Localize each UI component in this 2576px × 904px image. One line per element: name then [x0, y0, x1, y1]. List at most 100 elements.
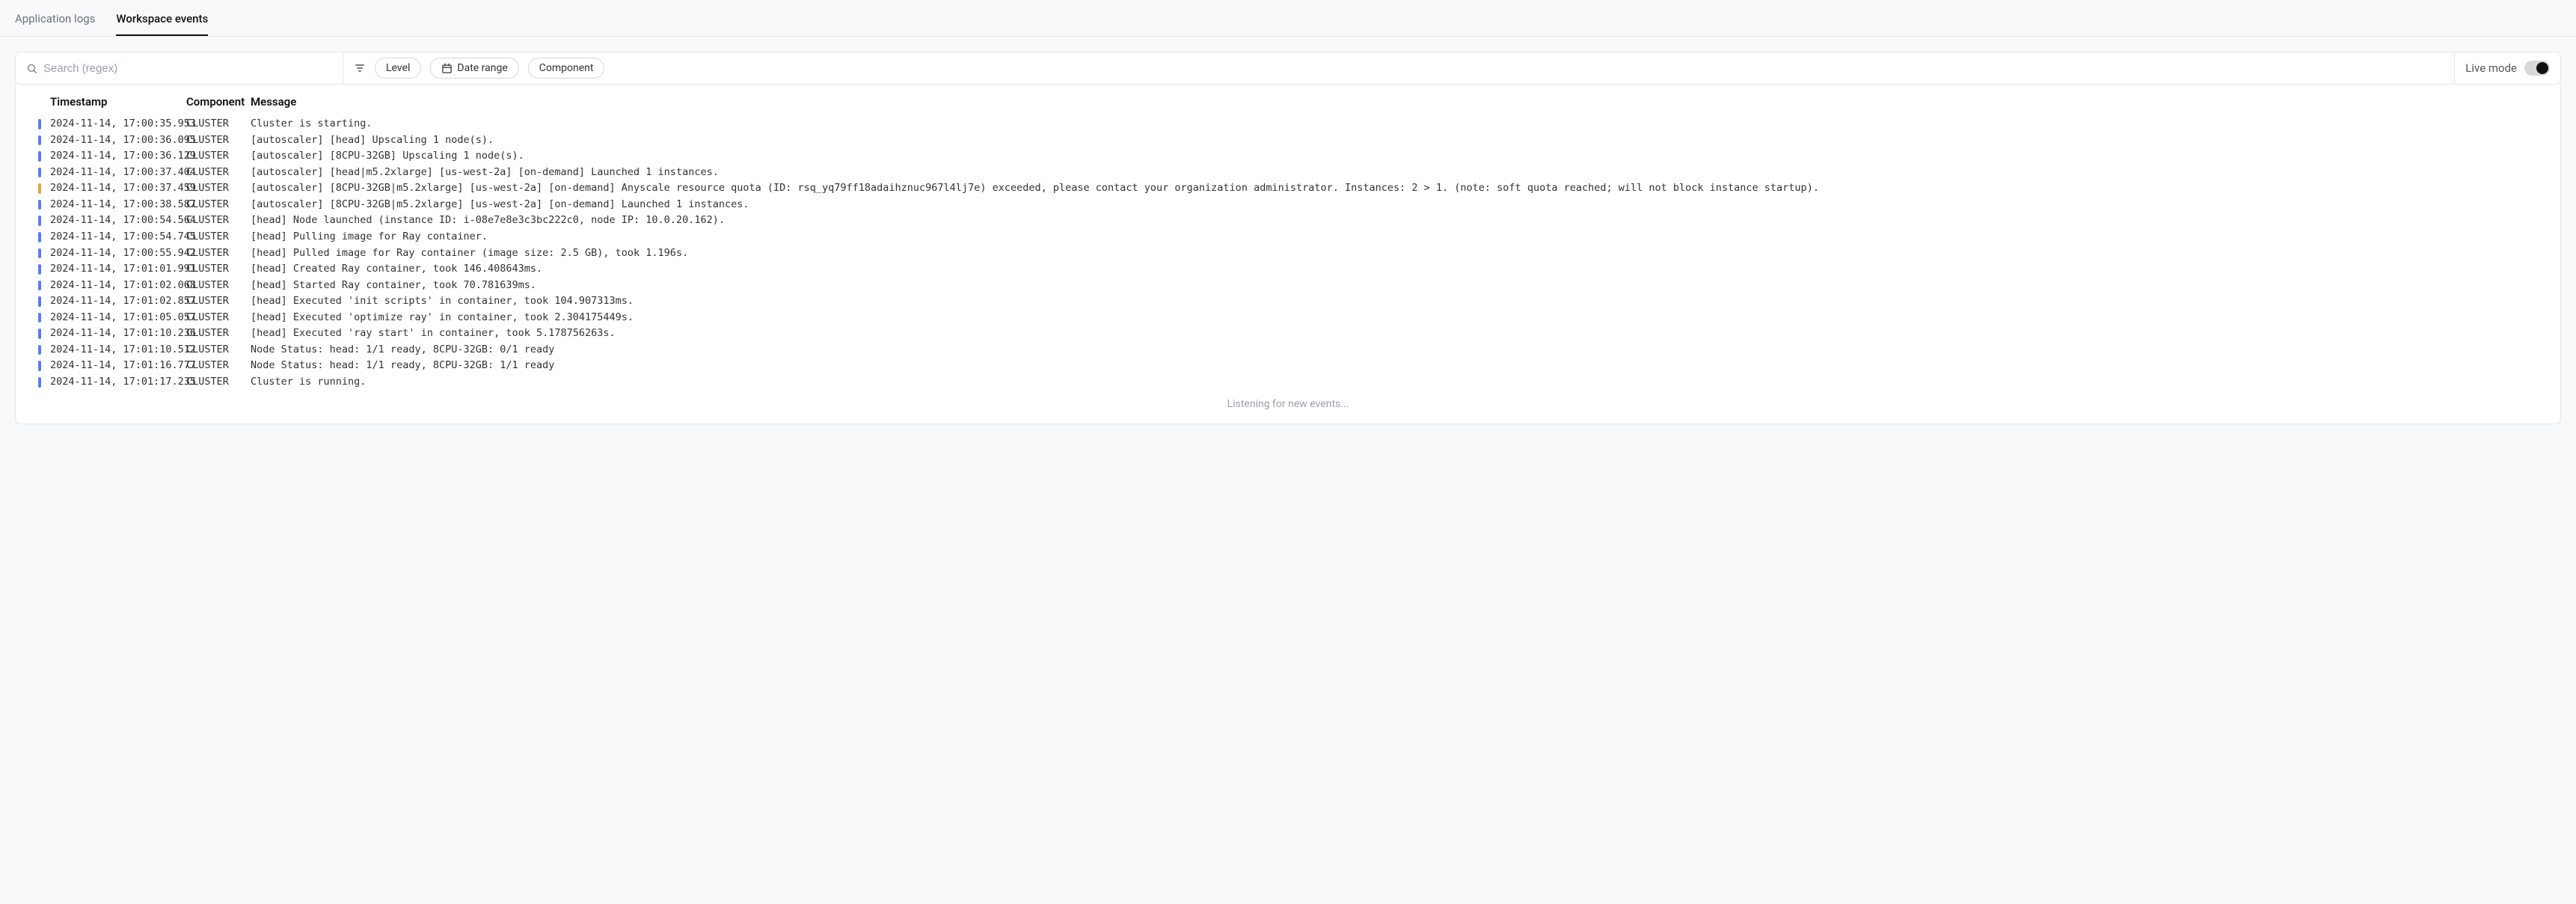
toolbar: Level Date range Component Live mode: [15, 52, 2561, 85]
column-timestamp: Timestamp: [50, 95, 186, 109]
level-chip[interactable]: Level: [375, 58, 421, 79]
log-component: CLUSTER: [186, 262, 251, 277]
log-row[interactable]: 2024-11-14, 17:00:35.953CLUSTERCluster i…: [16, 116, 2560, 132]
log-panel: Timestamp Component Message 2024-11-14, …: [15, 85, 2561, 424]
search-icon: [26, 63, 37, 74]
log-timestamp: 2024-11-14, 17:01:02.857: [50, 294, 186, 309]
log-row[interactable]: 2024-11-14, 17:01:02.068CLUSTER[head] St…: [16, 278, 2560, 294]
log-component: CLUSTER: [186, 181, 251, 196]
log-component: CLUSTER: [186, 117, 251, 132]
log-timestamp: 2024-11-14, 17:00:35.953: [50, 117, 186, 132]
level-indicator: [38, 151, 41, 162]
level-indicator: [38, 200, 41, 210]
component-chip[interactable]: Component: [528, 58, 605, 79]
log-message: [head] Started Ray container, took 70.78…: [251, 278, 2553, 293]
tab-workspace-events[interactable]: Workspace events: [116, 7, 208, 36]
log-message: [head] Executed 'optimize ray' in contai…: [251, 311, 2553, 326]
log-row[interactable]: 2024-11-14, 17:00:37.404CLUSTER[autoscal…: [16, 165, 2560, 181]
log-header: Timestamp Component Message: [16, 85, 2560, 116]
log-message: [autoscaler] [8CPU-32GB|m5.2xlarge] [us-…: [251, 198, 2553, 213]
log-row[interactable]: 2024-11-14, 17:00:36.129CLUSTER[autoscal…: [16, 148, 2560, 165]
log-message: [autoscaler] [8CPU-32GB] Upscaling 1 nod…: [251, 149, 2553, 164]
log-row[interactable]: 2024-11-14, 17:00:38.587CLUSTER[autoscal…: [16, 197, 2560, 213]
log-message: [autoscaler] [head|m5.2xlarge] [us-west-…: [251, 165, 2553, 180]
search-wrap: [16, 52, 343, 84]
log-message: Cluster is running.: [251, 375, 2553, 390]
live-mode: Live mode: [2454, 52, 2560, 84]
log-row[interactable]: 2024-11-14, 17:01:02.857CLUSTER[head] Ex…: [16, 293, 2560, 310]
log-message: [head] Pulling image for Ray container.: [251, 230, 2553, 245]
log-timestamp: 2024-11-14, 17:00:55.942: [50, 246, 186, 261]
level-indicator: [38, 377, 41, 388]
tab-application-logs[interactable]: Application logs: [15, 7, 95, 36]
level-indicator: [38, 345, 41, 355]
log-component: CLUSTER: [186, 326, 251, 341]
log-row[interactable]: 2024-11-14, 17:00:36.095CLUSTER[autoscal…: [16, 132, 2560, 149]
level-indicator: [38, 264, 41, 275]
log-timestamp: 2024-11-14, 17:00:36.095: [50, 133, 186, 148]
log-row[interactable]: 2024-11-14, 17:00:55.942CLUSTER[head] Pu…: [16, 245, 2560, 262]
log-component: CLUSTER: [186, 198, 251, 213]
log-component: CLUSTER: [186, 165, 251, 180]
log-timestamp: 2024-11-14, 17:00:37.459: [50, 181, 186, 196]
log-component: CLUSTER: [186, 149, 251, 164]
log-row[interactable]: 2024-11-14, 17:00:54.564CLUSTER[head] No…: [16, 213, 2560, 229]
log-message: [head] Node launched (instance ID: i-08e…: [251, 213, 2553, 228]
log-timestamp: 2024-11-14, 17:01:10.512: [50, 343, 186, 358]
log-rows: 2024-11-14, 17:00:35.953CLUSTERCluster i…: [16, 116, 2560, 391]
log-row[interactable]: 2024-11-14, 17:01:10.236CLUSTER[head] Ex…: [16, 326, 2560, 342]
log-message: Cluster is starting.: [251, 117, 2553, 132]
log-component: CLUSTER: [186, 213, 251, 228]
log-component: CLUSTER: [186, 230, 251, 245]
log-row[interactable]: 2024-11-14, 17:01:16.777CLUSTERNode Stat…: [16, 358, 2560, 374]
log-timestamp: 2024-11-14, 17:00:36.129: [50, 149, 186, 164]
log-row[interactable]: 2024-11-14, 17:00:37.459CLUSTER[autoscal…: [16, 180, 2560, 197]
live-mode-label: Live mode: [2465, 61, 2517, 75]
log-component: CLUSTER: [186, 278, 251, 293]
log-component: CLUSTER: [186, 375, 251, 390]
log-timestamp: 2024-11-14, 17:01:01.991: [50, 262, 186, 277]
log-message: [head] Created Ray container, took 146.4…: [251, 262, 2553, 277]
listening-status: Listening for new events...: [16, 391, 2560, 413]
date-range-chip[interactable]: Date range: [430, 58, 518, 79]
log-component: CLUSTER: [186, 294, 251, 309]
log-row[interactable]: 2024-11-14, 17:01:10.512CLUSTERNode Stat…: [16, 342, 2560, 358]
level-indicator: [38, 313, 41, 323]
log-message: [head] Executed 'init scripts' in contai…: [251, 294, 2553, 309]
toggle-knob: [2536, 62, 2548, 74]
log-timestamp: 2024-11-14, 17:00:54.564: [50, 213, 186, 228]
log-row[interactable]: 2024-11-14, 17:01:17.235CLUSTERCluster i…: [16, 374, 2560, 391]
log-component: CLUSTER: [186, 343, 251, 358]
filter-icon[interactable]: [354, 62, 366, 74]
level-indicator: [38, 232, 41, 242]
column-message: Message: [251, 95, 2553, 109]
log-message: Node Status: head: 1/1 ready, 8CPU-32GB:…: [251, 358, 2553, 373]
log-message: [autoscaler] [8CPU-32GB|m5.2xlarge] [us-…: [251, 181, 2553, 196]
level-indicator: [38, 361, 41, 371]
level-indicator: [38, 248, 41, 259]
level-indicator: [38, 296, 41, 307]
level-indicator: [38, 119, 41, 129]
filters: Level Date range Component: [343, 58, 2454, 79]
level-indicator: [38, 183, 41, 194]
log-timestamp: 2024-11-14, 17:00:37.404: [50, 165, 186, 180]
log-timestamp: 2024-11-14, 17:00:54.745: [50, 230, 186, 245]
level-indicator: [38, 329, 41, 339]
log-row[interactable]: 2024-11-14, 17:01:01.991CLUSTER[head] Cr…: [16, 261, 2560, 278]
log-timestamp: 2024-11-14, 17:01:02.068: [50, 278, 186, 293]
log-timestamp: 2024-11-14, 17:00:38.587: [50, 198, 186, 213]
log-message: [head] Executed 'ray start' in container…: [251, 326, 2553, 341]
date-range-label: Date range: [457, 62, 507, 74]
log-component: CLUSTER: [186, 358, 251, 373]
log-row[interactable]: 2024-11-14, 17:00:54.745CLUSTER[head] Pu…: [16, 229, 2560, 245]
level-indicator: [38, 216, 41, 226]
log-component: CLUSTER: [186, 133, 251, 148]
log-message: [autoscaler] [head] Upscaling 1 node(s).: [251, 133, 2553, 148]
log-component: CLUSTER: [186, 246, 251, 261]
search-input[interactable]: [37, 62, 332, 75]
live-mode-toggle[interactable]: [2524, 61, 2550, 76]
log-row[interactable]: 2024-11-14, 17:01:05.057CLUSTER[head] Ex…: [16, 310, 2560, 326]
log-message: [head] Pulled image for Ray container (i…: [251, 246, 2553, 261]
level-indicator: [38, 135, 41, 146]
log-timestamp: 2024-11-14, 17:01:05.057: [50, 311, 186, 326]
